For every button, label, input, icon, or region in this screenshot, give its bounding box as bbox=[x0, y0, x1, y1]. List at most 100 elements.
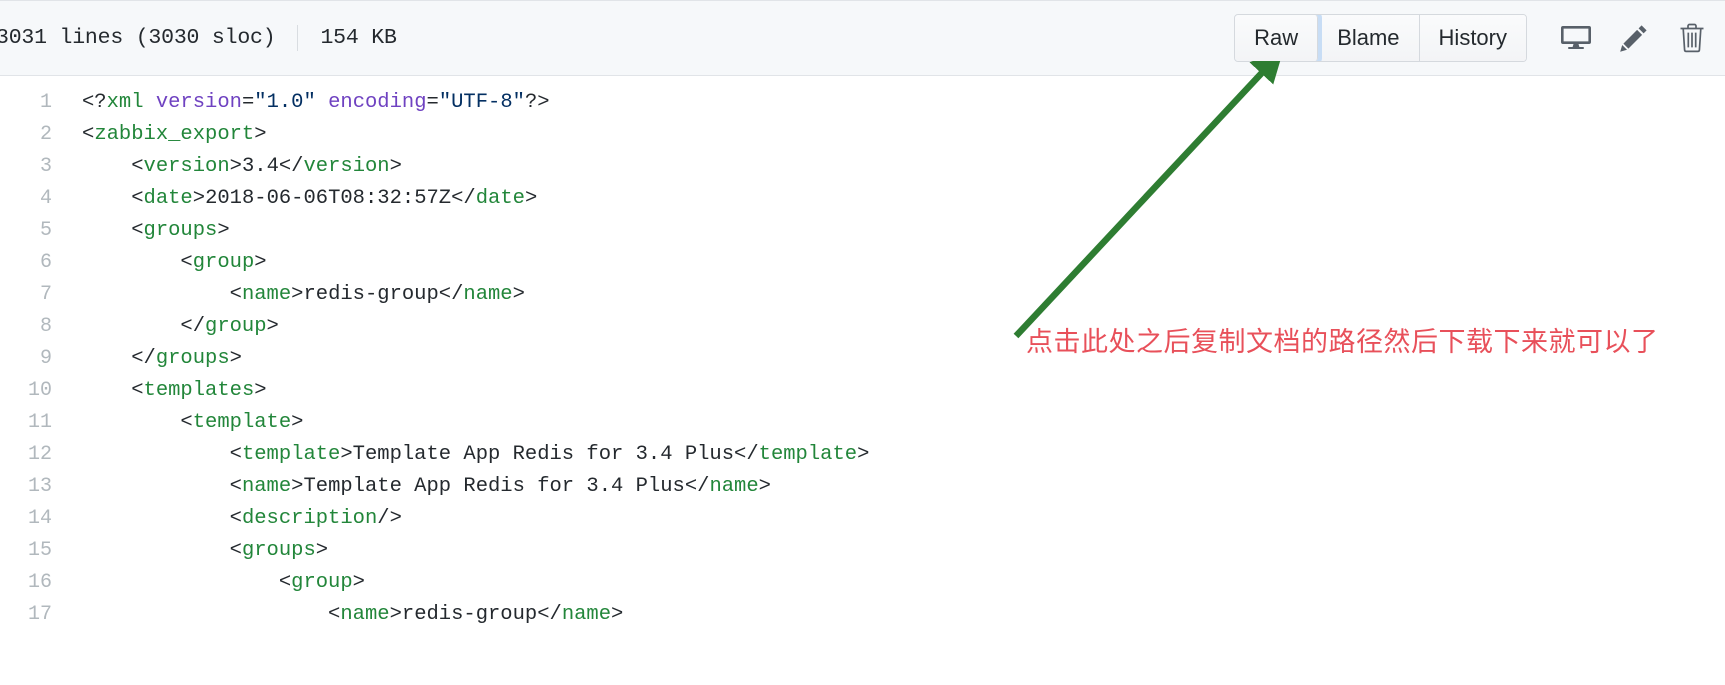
code-token-tag: group bbox=[205, 315, 267, 338]
line-content: </groups> bbox=[76, 343, 242, 375]
code-line: 13 <name>Template App Redis for 3.4 Plus… bbox=[0, 471, 1725, 503]
code-token-punc: <? bbox=[82, 91, 107, 114]
code-token-tag: xml bbox=[106, 91, 144, 114]
line-number[interactable]: 12 bbox=[0, 439, 76, 471]
code-token-punc: > bbox=[254, 379, 267, 402]
pencil-icon[interactable] bbox=[1619, 23, 1649, 53]
line-number[interactable]: 6 bbox=[0, 247, 76, 279]
code-line: 5 <groups> bbox=[0, 215, 1725, 247]
line-number[interactable]: 10 bbox=[0, 375, 76, 407]
line-number[interactable]: 17 bbox=[0, 599, 76, 631]
code-token-tag: template bbox=[758, 443, 858, 466]
code-token-punc: < bbox=[229, 539, 242, 562]
code-token-punc: < bbox=[131, 187, 144, 210]
code-token-tag: description bbox=[241, 507, 378, 530]
raw-button[interactable]: Raw bbox=[1235, 15, 1319, 61]
line-content: <template> bbox=[76, 407, 303, 439]
line-number[interactable]: 7 bbox=[0, 279, 76, 311]
history-button[interactable]: History bbox=[1419, 15, 1526, 61]
line-number[interactable]: 11 bbox=[0, 407, 76, 439]
code-token-punc: </ bbox=[734, 443, 759, 466]
code-token-punc: > bbox=[291, 411, 304, 434]
view-button-group: Raw Blame History bbox=[1234, 14, 1527, 62]
code-token-punc: /> bbox=[377, 507, 402, 530]
code-token-punc: < bbox=[131, 155, 144, 178]
code-token-punc: </ bbox=[438, 283, 464, 306]
code-token-punc: < bbox=[180, 251, 193, 274]
line-count-label: 3031 lines (3030 sloc) bbox=[0, 26, 276, 50]
code-token-tag: date bbox=[143, 187, 193, 210]
code-token-punc: </ bbox=[131, 347, 156, 370]
icon-actions bbox=[1561, 23, 1707, 53]
code-viewer[interactable]: 1 <?xml version="1.0" encoding="UTF-8"?> 2… bbox=[0, 76, 1725, 631]
line-number[interactable]: 9 bbox=[0, 343, 76, 375]
code-token-tag: groups bbox=[155, 347, 230, 370]
code-token-txt: redis-group bbox=[401, 603, 538, 626]
code-token-punc: < bbox=[229, 283, 242, 306]
line-number[interactable]: 2 bbox=[0, 119, 76, 151]
code-token-punc: > bbox=[611, 603, 624, 626]
line-number[interactable]: 16 bbox=[0, 567, 76, 599]
code-token-punc: > bbox=[229, 155, 242, 178]
line-content: <description/> bbox=[76, 503, 402, 535]
blame-button[interactable]: Blame bbox=[1318, 15, 1420, 61]
code-token-attr: encoding bbox=[328, 91, 427, 114]
line-content: <name>redis-group</name> bbox=[76, 279, 525, 311]
code-token-punc: > bbox=[229, 347, 242, 370]
code-token-punc: > bbox=[315, 539, 329, 562]
code-line: 10 <templates> bbox=[0, 375, 1725, 407]
line-content: <?xml version="1.0" encoding="UTF-8"?> bbox=[76, 87, 550, 119]
line-number[interactable]: 8 bbox=[0, 311, 76, 343]
code-token-punc: > bbox=[291, 475, 304, 498]
code-token-punc: > bbox=[217, 219, 230, 242]
code-line: 3 <version>3.4</version> bbox=[0, 151, 1725, 183]
code-token-tag: template bbox=[241, 443, 341, 466]
line-number[interactable]: 13 bbox=[0, 471, 76, 503]
line-number[interactable]: 15 bbox=[0, 535, 76, 567]
code-line: 8 </group> bbox=[0, 311, 1725, 343]
code-token-tag: name bbox=[241, 283, 292, 306]
code-token-punc: < bbox=[229, 443, 242, 466]
blame-button-label: Blame bbox=[1337, 25, 1400, 50]
line-number[interactable]: 14 bbox=[0, 503, 76, 535]
line-content: <templates> bbox=[76, 375, 267, 407]
line-number[interactable]: 1 bbox=[0, 87, 76, 119]
code-token-tag: name bbox=[463, 283, 513, 306]
line-number[interactable]: 5 bbox=[0, 215, 76, 247]
file-size-label: 154 KB bbox=[320, 26, 397, 50]
code-line: 12 <template>Template App Redis for 3.4 … bbox=[0, 439, 1725, 471]
code-token-punc: < bbox=[328, 603, 341, 626]
code-token-tag: groups bbox=[241, 539, 316, 562]
code-line: 11 <template> bbox=[0, 407, 1725, 439]
line-content: <template>Template App Redis for 3.4 Plu… bbox=[76, 439, 870, 471]
trash-icon[interactable] bbox=[1677, 23, 1707, 53]
desktop-icon[interactable] bbox=[1561, 23, 1591, 53]
line-number[interactable]: 3 bbox=[0, 151, 76, 183]
code-line: 1 <?xml version="1.0" encoding="UTF-8"?> bbox=[0, 87, 1725, 119]
code-token-punc: > bbox=[254, 123, 267, 146]
code-token-punc: < bbox=[131, 219, 144, 242]
line-number[interactable]: 4 bbox=[0, 183, 76, 215]
code-token-tag: name bbox=[709, 475, 759, 498]
code-token-punc: </ bbox=[451, 187, 476, 210]
code-token-punc: > bbox=[524, 187, 538, 210]
code-token-punc: > bbox=[340, 443, 353, 466]
code-token-punc: < bbox=[278, 571, 292, 594]
code-token-str: "UTF-8" bbox=[438, 91, 525, 114]
code-token-punc: > bbox=[266, 315, 279, 338]
code-token-punc: > bbox=[389, 155, 402, 178]
code-line: 14 <description/> bbox=[0, 503, 1725, 535]
code-token-punc: > bbox=[389, 603, 402, 626]
code-token-txt: 2018-06-06T08:32:57Z bbox=[205, 187, 452, 210]
line-content: <date>2018-06-06T08:32:57Z</date> bbox=[76, 183, 537, 215]
raw-button-label: Raw bbox=[1254, 25, 1299, 50]
